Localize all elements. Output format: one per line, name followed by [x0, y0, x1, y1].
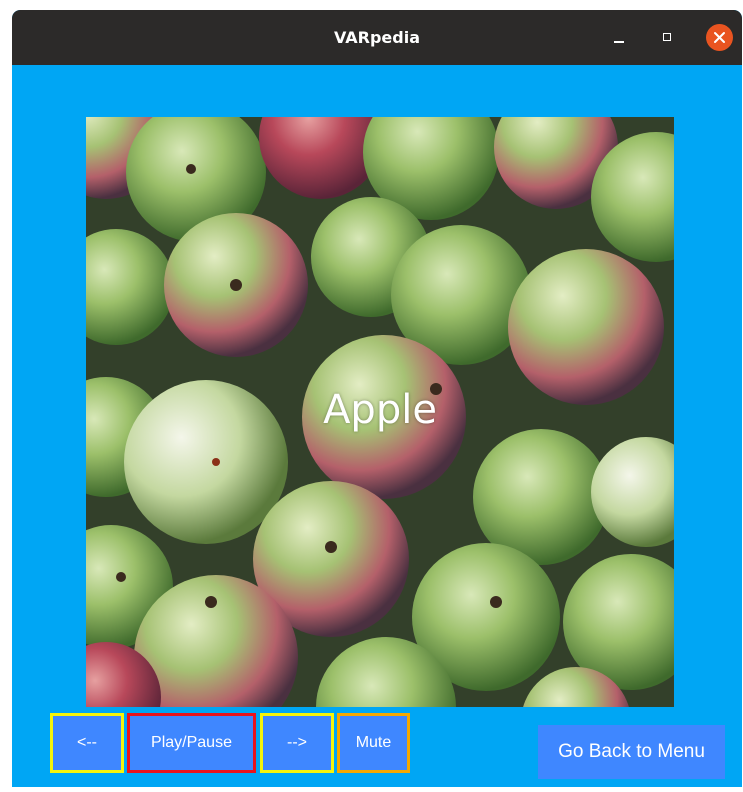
minimize-button[interactable] — [606, 24, 633, 51]
app-window: VARpedia Apple <-- Play/Pause --> Mute G… — [12, 10, 742, 787]
play-pause-button[interactable]: Play/Pause — [127, 713, 256, 773]
close-icon — [714, 32, 725, 43]
previous-button[interactable]: <-- — [50, 713, 124, 773]
minimize-icon — [614, 41, 624, 43]
maximize-button[interactable] — [654, 24, 681, 51]
close-button[interactable] — [706, 24, 733, 51]
media-view: Apple — [86, 117, 674, 707]
media-caption: Apple — [323, 387, 437, 433]
next-button[interactable]: --> — [260, 713, 334, 773]
mute-button[interactable]: Mute — [337, 713, 410, 773]
title-bar[interactable]: VARpedia — [12, 10, 742, 65]
maximize-icon — [663, 33, 671, 41]
back-to-menu-button[interactable]: Go Back to Menu — [538, 725, 725, 779]
